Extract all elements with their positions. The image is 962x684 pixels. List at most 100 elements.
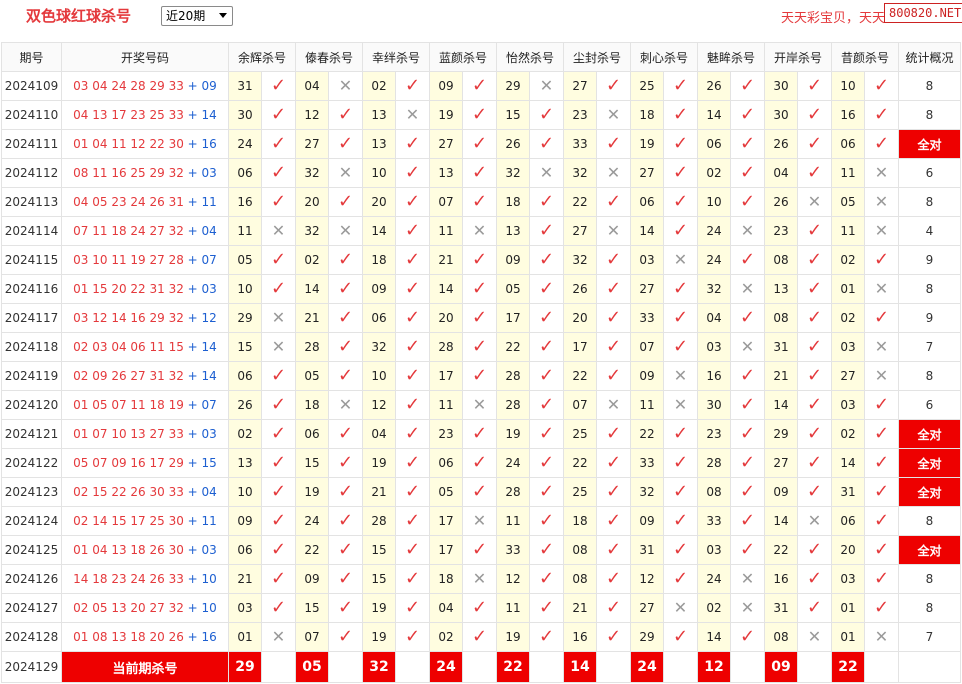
row-draw-numbers: 14 18 23 24 26 33 + 10 [61, 564, 229, 594]
row-draw-numbers: 05 07 09 16 17 29 + 15 [61, 448, 229, 478]
check-icon: ✓ [471, 162, 488, 183]
kill-result: ✓ [328, 448, 363, 478]
kill-number: 14 [831, 448, 865, 478]
check-icon: ✓ [337, 626, 354, 647]
period-select[interactable]: 近20期 [161, 6, 233, 26]
kill-number: 32 [630, 477, 664, 507]
check-icon: ✓ [672, 336, 689, 357]
current-kill-spacer [596, 651, 631, 683]
check-icon: ✓ [471, 307, 488, 328]
check-icon: ✓ [471, 481, 488, 502]
check-icon: ✓ [404, 626, 421, 647]
blue-ball: 09 [201, 79, 217, 93]
kill-result: ✓ [663, 71, 698, 101]
kill-number: 04 [697, 303, 731, 333]
row-draw-numbers: 01 07 10 13 27 33 + 03 [61, 419, 229, 449]
kill-result: ✓ [797, 361, 832, 391]
kill-number: 18 [563, 506, 597, 536]
check-icon: ✓ [270, 249, 287, 270]
kill-number: 02 [831, 419, 865, 449]
row-draw-numbers: 01 04 11 12 22 30 + 16 [61, 129, 229, 159]
all-correct-badge: 全对 [898, 448, 961, 478]
check-icon: ✓ [605, 568, 622, 589]
kill-number: 02 [429, 622, 463, 652]
table-row: 2024117 03 12 14 16 29 32 + 12 29 ✕ 21 ✓ 06 ✓ 20… [1, 303, 961, 333]
cross-icon: ✕ [740, 598, 755, 617]
hit-count: 9 [898, 303, 961, 333]
check-icon: ✓ [806, 75, 823, 96]
kill-result: ✓ [529, 129, 564, 159]
check-icon: ✓ [270, 481, 287, 502]
plus-sign: + [183, 630, 202, 644]
kill-number: 22 [764, 535, 798, 565]
kill-number: 33 [496, 535, 530, 565]
cross-icon: ✕ [271, 337, 286, 356]
check-icon: ✓ [471, 452, 488, 473]
kill-number: 30 [697, 390, 731, 420]
kill-number: 28 [496, 361, 530, 391]
red-balls: 02 15 22 26 30 33 [73, 485, 184, 499]
red-balls: 04 05 23 24 26 31 [73, 195, 184, 209]
blue-ball: 10 [201, 572, 217, 586]
kill-number: 27 [630, 158, 664, 188]
kill-result: ✓ [529, 332, 564, 362]
kill-result: ✓ [864, 477, 899, 507]
check-icon: ✓ [672, 452, 689, 473]
kill-number: 17 [429, 535, 463, 565]
kill-number: 28 [697, 448, 731, 478]
kill-result: ✓ [328, 564, 363, 594]
check-icon: ✓ [739, 249, 756, 270]
kill-number: 02 [228, 419, 262, 449]
kill-result: ✓ [864, 245, 899, 275]
kill-result: ✓ [462, 187, 497, 217]
current-kill-spacer [529, 651, 564, 683]
check-icon: ✓ [270, 423, 287, 444]
kill-result: ✓ [395, 593, 430, 623]
kill-number: 16 [563, 622, 597, 652]
kill-result: ✓ [462, 100, 497, 130]
kill-number: 28 [496, 477, 530, 507]
kill-number: 27 [563, 71, 597, 101]
blue-ball: 07 [201, 398, 217, 412]
check-icon: ✓ [739, 423, 756, 444]
kill-result: ✓ [328, 332, 363, 362]
row-draw-numbers: 02 05 13 20 27 32 + 10 [61, 593, 229, 623]
check-icon: ✓ [739, 75, 756, 96]
cross-icon: ✕ [472, 511, 487, 530]
check-icon: ✓ [337, 568, 354, 589]
kill-result: ✓ [261, 564, 296, 594]
check-icon: ✓ [337, 133, 354, 154]
kill-result: ✓ [395, 71, 430, 101]
kill-result: ✓ [663, 158, 698, 188]
kill-number: 15 [362, 564, 396, 594]
kill-result: ✓ [261, 390, 296, 420]
kill-result: ✕ [864, 158, 899, 188]
check-icon: ✓ [337, 423, 354, 444]
kill-number: 16 [764, 564, 798, 594]
col-expert-6: 刺心杀号 [630, 42, 698, 72]
check-icon: ✓ [605, 191, 622, 212]
kill-result: ✓ [529, 593, 564, 623]
kill-result: ✕ [596, 100, 631, 130]
kill-number: 15 [295, 448, 329, 478]
cross-icon: ✕ [807, 627, 822, 646]
kill-result: ✓ [730, 448, 765, 478]
kill-number: 26 [697, 71, 731, 101]
kill-result: ✓ [596, 129, 631, 159]
kill-result: ✓ [730, 361, 765, 391]
cross-icon: ✕ [874, 627, 889, 646]
red-balls: 03 10 11 19 27 28 [73, 253, 184, 267]
kill-number: 24 [697, 245, 731, 275]
cross-icon: ✕ [472, 395, 487, 414]
check-icon: ✓ [471, 191, 488, 212]
plus-sign: + [183, 137, 202, 151]
kill-result: ✓ [462, 622, 497, 652]
check-icon: ✓ [538, 307, 555, 328]
kill-number: 15 [362, 535, 396, 565]
kill-number: 06 [697, 129, 731, 159]
row-period: 2024115 [1, 245, 62, 275]
check-icon: ✓ [270, 162, 287, 183]
kill-number: 18 [429, 564, 463, 594]
kill-result: ✓ [462, 158, 497, 188]
kill-result: ✓ [462, 419, 497, 449]
